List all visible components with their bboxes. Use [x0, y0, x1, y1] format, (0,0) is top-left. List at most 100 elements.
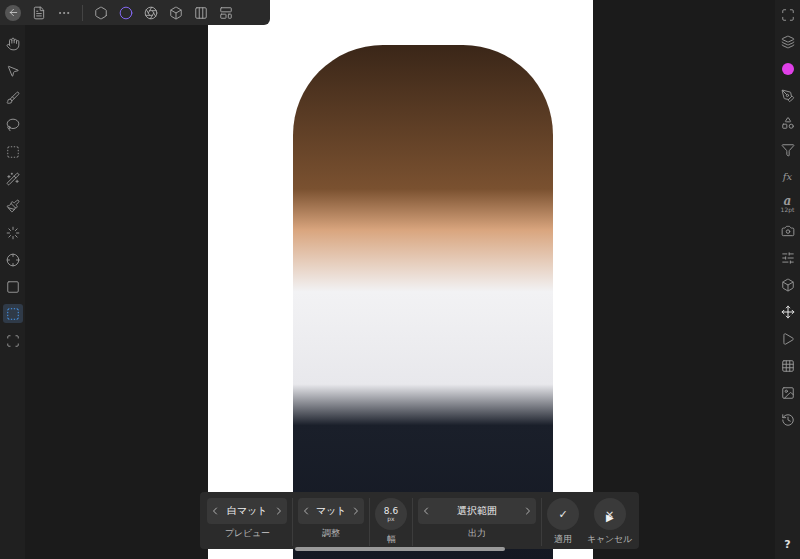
adjustment-icon[interactable]: [781, 116, 795, 130]
crosshair-icon[interactable]: [6, 253, 20, 267]
selection-brush-icon[interactable]: [6, 199, 20, 213]
stock-icon[interactable]: [781, 386, 795, 400]
action-button[interactable]: ✓: [547, 498, 579, 530]
marquee-icon[interactable]: [6, 145, 20, 159]
color-swatch[interactable]: [782, 63, 794, 75]
layers-icon[interactable]: [781, 35, 795, 49]
studio-button[interactable]: [778, 221, 798, 240]
control-label: プレビュー: [225, 527, 270, 540]
stepper-value: マット: [312, 504, 350, 518]
photo: [293, 45, 553, 559]
toolbar-group: マット調整: [293, 498, 370, 546]
tool-button[interactable]: [3, 61, 23, 80]
macro-icon[interactable]: [781, 332, 795, 346]
studio-button[interactable]: [778, 5, 798, 24]
navigator-icon[interactable]: [781, 305, 795, 319]
tools-panel: [0, 0, 25, 559]
chevron-right-icon[interactable]: [350, 505, 362, 517]
transform-icon[interactable]: [781, 278, 795, 292]
wand-icon[interactable]: [6, 172, 20, 186]
studio-button[interactable]: [778, 302, 798, 321]
home-indicator: [295, 547, 505, 551]
studio-button[interactable]: [778, 410, 798, 429]
sliders-icon[interactable]: [781, 251, 795, 265]
stepper[interactable]: マット: [298, 498, 364, 524]
tool-button[interactable]: [3, 277, 23, 296]
lasso-icon[interactable]: [6, 118, 20, 132]
tool-button[interactable]: [3, 169, 23, 188]
photo-persona-icon[interactable]: [94, 6, 108, 20]
tool-button[interactable]: [3, 88, 23, 107]
studio-button[interactable]: [778, 86, 798, 105]
studio-button[interactable]: [778, 32, 798, 51]
tool-button[interactable]: [3, 304, 23, 323]
filter-icon[interactable]: [781, 143, 795, 157]
control-label: 適用: [554, 533, 572, 546]
selection-persona-icon[interactable]: [119, 6, 133, 20]
tool-button[interactable]: [3, 223, 23, 242]
studio-button[interactable]: [778, 356, 798, 375]
chevron-right-icon[interactable]: [273, 505, 285, 517]
camera-icon[interactable]: [781, 224, 795, 238]
effects-button[interactable]: fx: [783, 167, 792, 186]
stepper[interactable]: 選択範囲: [418, 498, 536, 524]
control-label: 出力: [468, 527, 486, 540]
liquify-persona-icon[interactable]: [144, 6, 158, 20]
fullscreen-icon[interactable]: [781, 8, 795, 22]
history-icon[interactable]: [781, 413, 795, 427]
back-icon[interactable]: [8, 7, 19, 18]
tool-button[interactable]: [3, 115, 23, 134]
flood-select-icon[interactable]: [6, 226, 20, 240]
studio-button[interactable]: [778, 140, 798, 159]
toolbar-control: マット調整: [298, 498, 364, 546]
view-tool-icon[interactable]: [6, 37, 20, 51]
studio-button[interactable]: [778, 329, 798, 348]
rectangle-icon[interactable]: [6, 280, 20, 294]
color-button[interactable]: [778, 59, 798, 78]
develop-persona-icon[interactable]: [169, 6, 183, 20]
studio-button[interactable]: [778, 383, 798, 402]
studio-button[interactable]: [778, 275, 798, 294]
toolbar-control: 選択範囲出力: [418, 498, 536, 546]
chevron-left-icon[interactable]: [420, 505, 432, 517]
chevron-left-icon[interactable]: [300, 505, 312, 517]
text-style-button[interactable]: a12pt: [781, 194, 795, 213]
studio-button[interactable]: [778, 113, 798, 132]
move-tool-icon[interactable]: [6, 64, 20, 78]
width-dial[interactable]: 8.6px: [375, 498, 407, 530]
tool-button[interactable]: [3, 196, 23, 215]
tonemap-persona-icon[interactable]: [194, 6, 208, 20]
tool-button[interactable]: [3, 34, 23, 53]
toolbar-control: ✓ 適用: [547, 498, 579, 546]
document-icon[interactable]: [32, 6, 46, 20]
stepper[interactable]: 白マット: [207, 498, 287, 524]
context-toolbar: 白マットプレビューマット調整8.6px幅選択範囲出力✓適用×キャンセル: [200, 492, 639, 549]
toolbar-control: 8.6px幅: [375, 498, 407, 546]
toolbar-group: 選択範囲出力: [413, 498, 542, 546]
text-glyph: a: [784, 195, 792, 207]
tool-button[interactable]: [3, 331, 23, 350]
control-label: キャンセル: [587, 533, 632, 546]
tool-button[interactable]: [3, 142, 23, 161]
brush-icon[interactable]: [781, 89, 795, 103]
export-persona-icon[interactable]: [219, 6, 233, 20]
back-button[interactable]: [5, 5, 21, 21]
canvas[interactable]: [208, 0, 593, 559]
swatches-icon[interactable]: [781, 359, 795, 373]
studio-panel: fx a12pt?: [775, 0, 800, 559]
control-label: 調整: [322, 527, 340, 540]
toolbar-control: 白マットプレビュー: [207, 498, 287, 546]
chevron-left-icon[interactable]: [209, 505, 221, 517]
refine-selection-icon[interactable]: [6, 307, 20, 321]
top-toolbar: [0, 0, 270, 25]
expand-button[interactable]: ▶: [606, 512, 614, 523]
studio-button[interactable]: [778, 248, 798, 267]
tool-button[interactable]: [3, 250, 23, 269]
chevron-right-icon[interactable]: [522, 505, 534, 517]
more-icon[interactable]: [57, 6, 71, 20]
mask-icon[interactable]: [6, 334, 20, 348]
divider: [82, 5, 83, 21]
help-button[interactable]: ?: [784, 538, 790, 551]
paint-brush-icon[interactable]: [6, 91, 20, 105]
toolbar-group: 8.6px幅: [370, 498, 413, 546]
